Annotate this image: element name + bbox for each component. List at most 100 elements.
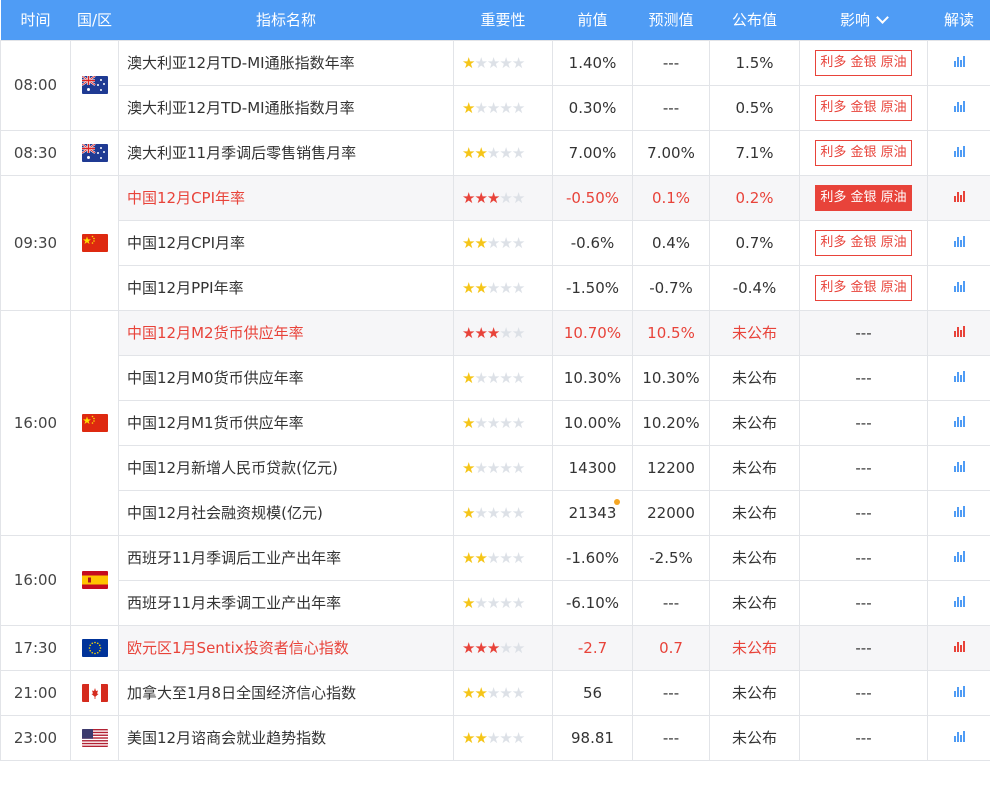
header-previous: 前值 [577, 11, 608, 30]
impact-badge[interactable]: 利多 金银 原油 [815, 94, 912, 121]
bar-chart-icon[interactable] [953, 190, 965, 202]
table-row[interactable]: 澳大利亚12月TD-MI通胀指数月率 ★★★★★ 0.30% --- 0.5% 利多 金银… [1, 84, 990, 131]
interpret-cell[interactable] [927, 444, 990, 491]
indicator-name[interactable]: 加拿大至1月8日全国经济信心指数 [118, 669, 454, 716]
interpret-cell[interactable] [927, 84, 990, 131]
bar-chart-icon[interactable] [953, 460, 965, 472]
bar-chart-icon[interactable] [953, 325, 965, 337]
star-icon: ★ [499, 188, 512, 207]
table-row[interactable]: 16:00 中国12月M2货币供应年率 ★★★★★ 10.70% 10.5% 未公布 --- [0, 309, 990, 536]
bar-chart-icon[interactable] [953, 235, 965, 247]
previous-value-text: 10.00% [563, 413, 622, 432]
interpret-cell[interactable] [927, 669, 990, 716]
interpret-cell[interactable] [927, 264, 990, 311]
table-row[interactable]: 09:30 中国12月CPI年率 ★★★★★ -0.50% 0.1% 0.2% 利多 金银 … [0, 174, 990, 311]
table-row[interactable]: 西班牙11月未季调工业产出年率 ★★★★★ -6.10% --- 未公布 --- [1, 579, 990, 626]
impact-empty: --- [855, 503, 872, 522]
bar-chart-icon[interactable] [953, 595, 965, 607]
impact-cell: --- [799, 534, 928, 581]
star-icon: ★ [511, 53, 525, 72]
star-icon: ★ [511, 368, 525, 387]
impact-badge[interactable]: 利多 金银 原油 [815, 274, 912, 301]
bar-chart-icon[interactable] [953, 145, 965, 157]
interpret-cell[interactable] [927, 489, 990, 536]
china-flag [81, 233, 108, 252]
region-cell [70, 309, 119, 536]
header-region: 国/区 [76, 11, 113, 30]
bar-chart-icon[interactable] [953, 280, 965, 292]
table-row[interactable]: 23:00 美国12月谘商会就业趋势指数 ★★★★★ 98.81 --- 未公布 --- [0, 714, 990, 761]
star-icon: ★ [462, 98, 475, 117]
table-row[interactable]: 中国12月CPI月率 ★★★★★ -0.6% 0.4% 0.7% 利多 金银 原油 [1, 219, 990, 266]
star-icon: ★ [474, 53, 487, 72]
impact-badge[interactable]: 利多 金银 原油 [815, 139, 912, 166]
table-row[interactable]: 21:00 加拿大至1月8日全国经济信心指数 ★★★★★ 56 --- 未公布 --- [0, 669, 990, 716]
interpret-cell[interactable] [927, 174, 990, 221]
bar-chart-icon[interactable] [953, 550, 965, 562]
table-row[interactable]: 中国12月PPI年率 ★★★★★ -1.50% -0.7% -0.4% 利多 金银 原油 [1, 264, 990, 311]
table-row[interactable]: 17:30 欧元区1月Sentix投资者信心指数 ★★★★★ -2.7 0.7 未公布 --… [0, 624, 990, 671]
previous-value-text: 0.30% [568, 98, 617, 117]
interpret-cell[interactable] [927, 624, 990, 671]
previous-value: 14300 [552, 444, 633, 491]
indicator-name[interactable]: 中国12月M2货币供应年率 [118, 309, 454, 356]
indicator-name[interactable]: 中国12月社会融资规模(亿元) [118, 489, 454, 536]
impact-badge[interactable]: 利多 金银 原油 [815, 229, 912, 256]
table-row[interactable]: 中国12月M0货币供应年率 ★★★★★ 10.30% 10.30% 未公布 --- [1, 354, 990, 401]
indicator-name[interactable]: 澳大利亚12月TD-MI通胀指数月率 [118, 84, 454, 131]
impact-badge[interactable]: 利多 金银 原油 [815, 49, 912, 76]
header-impact-dropdown[interactable]: 影响 [800, 0, 928, 40]
star-icon: ★ [499, 728, 512, 747]
table-row[interactable]: 08:00 澳大利亚12月TD-MI通胀指数年率 ★★★★★ 1.40% --- 1.5%… [0, 39, 990, 131]
star-icon: ★ [474, 638, 487, 657]
star-icon: ★ [486, 728, 500, 747]
interpret-cell[interactable] [927, 129, 990, 176]
indicator-name[interactable]: 中国12月PPI年率 [118, 264, 454, 311]
interpret-cell[interactable] [927, 309, 990, 356]
interpret-cell[interactable] [927, 714, 990, 761]
interpret-cell[interactable] [927, 534, 990, 581]
bar-chart-icon[interactable] [953, 55, 965, 67]
interpret-cell[interactable] [927, 354, 990, 401]
actual-value: 0.7% [709, 219, 800, 266]
indicator-name[interactable]: 澳大利亚12月TD-MI通胀指数年率 [118, 39, 454, 86]
table-row[interactable]: 中国12月M1货币供应年率 ★★★★★ 10.00% 10.20% 未公布 --- [1, 399, 990, 446]
table-row[interactable]: 08:30 澳大利亚11月季调后零售销售月率 ★★★★★ 7.00% 7.00% 7.1%… [0, 129, 990, 176]
table-row[interactable]: 16:00 西班牙11月季调后工业产出年率 ★★★★★ -1.60% -2.5% 未公布 -… [0, 534, 990, 626]
indicator-name[interactable]: 欧元区1月Sentix投资者信心指数 [118, 624, 454, 671]
bar-chart-icon[interactable] [953, 100, 965, 112]
actual-value: 未公布 [709, 399, 800, 446]
indicator-name[interactable]: 中国12月CPI月率 [118, 219, 454, 266]
star-icon: ★ [462, 368, 475, 387]
indicator-name[interactable]: 西班牙11月季调后工业产出年率 [118, 534, 454, 581]
bar-chart-icon[interactable] [953, 505, 965, 517]
forecast-value: --- [632, 714, 710, 761]
interpret-cell[interactable] [927, 579, 990, 626]
indicator-name[interactable]: 澳大利亚11月季调后零售销售月率 [118, 129, 454, 176]
bar-chart-icon[interactable] [953, 370, 965, 382]
indicator-name[interactable]: 中国12月新增人民币贷款(亿元) [118, 444, 454, 491]
previous-value: 10.70% [552, 309, 633, 356]
bar-chart-icon[interactable] [953, 685, 965, 697]
bar-chart-icon[interactable] [953, 640, 965, 652]
interpret-cell[interactable] [927, 399, 990, 446]
bar-chart-icon[interactable] [953, 415, 965, 427]
impact-badge[interactable]: 利多 金银 原油 [815, 184, 912, 211]
indicator-name[interactable]: 中国12月M0货币供应年率 [118, 354, 454, 401]
star-icon: ★ [462, 503, 475, 522]
indicator-name[interactable]: 中国12月CPI年率 [118, 174, 454, 221]
table-row[interactable]: 中国12月新增人民币贷款(亿元) ★★★★★ 14300 12200 未公布 --- [1, 444, 990, 491]
interpret-cell[interactable] [927, 39, 990, 86]
impact-cell: --- [799, 444, 928, 491]
star-icon: ★ [486, 143, 500, 162]
indicator-name[interactable]: 西班牙11月未季调工业产出年率 [118, 579, 454, 626]
star-icon: ★ [462, 593, 475, 612]
interpret-cell[interactable] [927, 219, 990, 266]
table-row[interactable]: 中国12月社会融资规模(亿元) ★★★★★ 21343 22000 未公布 --- [1, 489, 990, 536]
impact-cell: --- [799, 309, 928, 356]
impact-cell: 利多 金银 原油 [799, 264, 928, 311]
forecast-value: 0.1% [632, 174, 710, 221]
indicator-name[interactable]: 中国12月M1货币供应年率 [118, 399, 454, 446]
indicator-name[interactable]: 美国12月谘商会就业趋势指数 [118, 714, 454, 761]
bar-chart-icon[interactable] [953, 730, 965, 742]
